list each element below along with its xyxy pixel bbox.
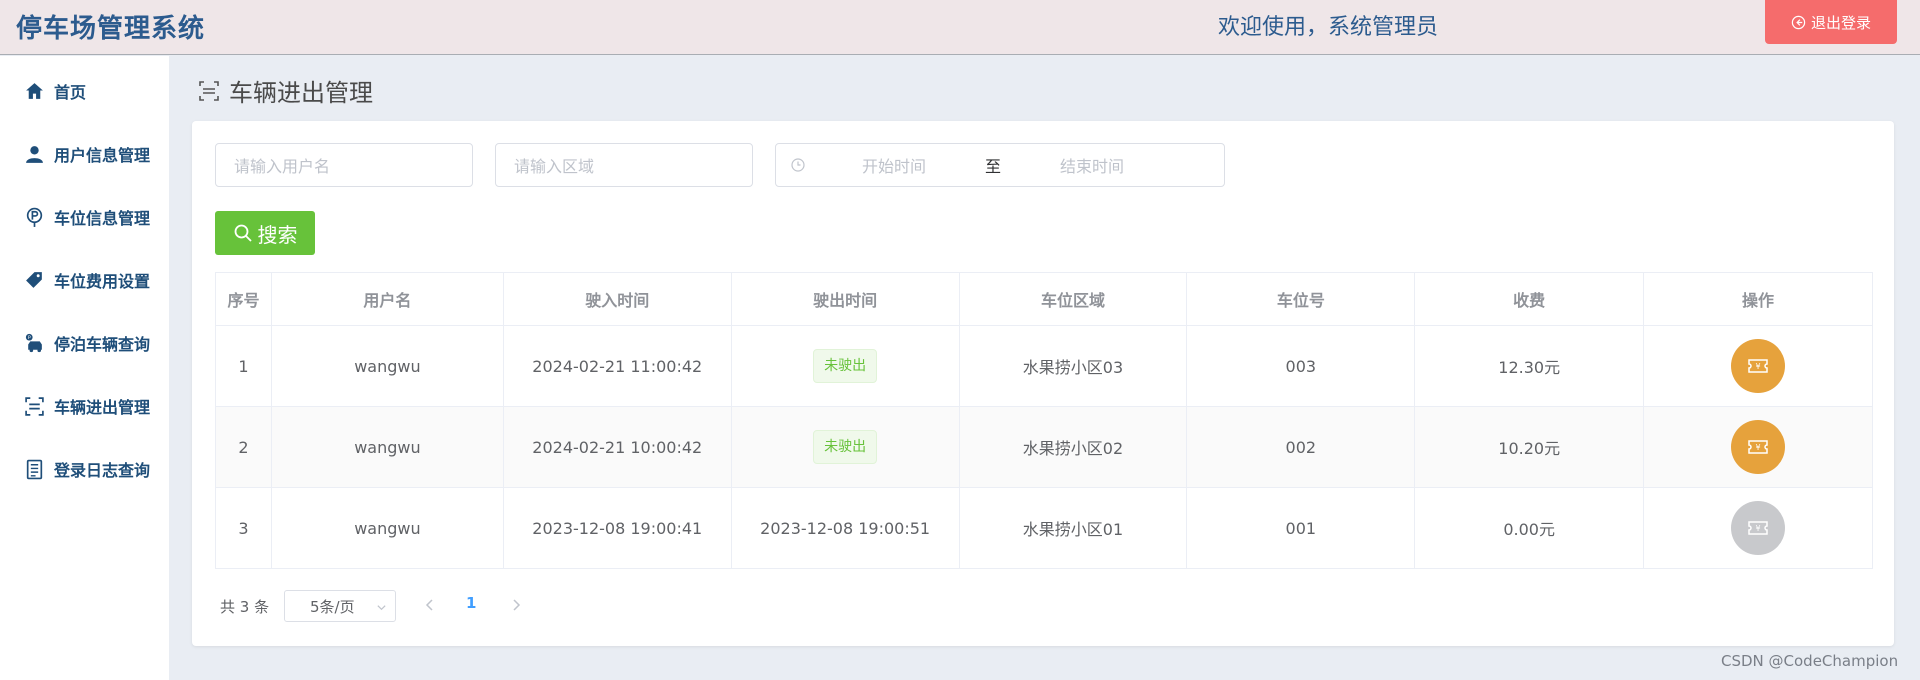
cell-no: 1 [215, 325, 272, 407]
search-icon [234, 224, 252, 242]
scan-icon [25, 396, 44, 416]
logout-label: 退出登录 [1810, 13, 1871, 32]
parking-icon [26, 207, 43, 227]
svg-text:¥: ¥ [1756, 443, 1761, 452]
sidebar-item-label: 车位费用设置 [54, 272, 151, 291]
end-time-input[interactable]: 结束时间 [1060, 153, 1124, 177]
clock-icon [791, 158, 805, 172]
search-button[interactable]: 搜索 [215, 211, 315, 255]
cell-enter-time: 2024-02-21 11:00:42 [502, 325, 732, 407]
chevron-right-icon[interactable] [508, 597, 524, 613]
sidebar-item-home[interactable]: 首页 [0, 71, 169, 111]
pay-button[interactable]: ¥ [1731, 420, 1786, 474]
sidebar-item-users[interactable]: 用户信息管理 [0, 134, 169, 174]
sidebar-item-fee-settings[interactable]: 车位费用设置 [0, 260, 169, 300]
ticket-icon: ¥ [1748, 521, 1768, 535]
logout-icon [1791, 15, 1806, 29]
cell-exit-time: 未驶出 [730, 325, 960, 407]
cell-enter-time: 2024-02-21 10:00:42 [502, 406, 732, 488]
cell-area: 水果捞小区02 [958, 406, 1188, 488]
page-size-select[interactable]: 5条/页 [284, 590, 396, 622]
cell-action: ¥ [1643, 487, 1873, 569]
column-header: 车位号 [1186, 272, 1416, 326]
column-header: 车位区域 [958, 272, 1188, 326]
sidebar-item-parked-vehicles[interactable]: P 停泊车辆查询 [0, 323, 169, 363]
sidebar-item-label: 首页 [54, 83, 87, 102]
sidebar-item-vehicle-access[interactable]: 车辆进出管理 [0, 386, 169, 426]
cell-username: wangwu [270, 325, 504, 407]
pay-button[interactable]: ¥ [1731, 339, 1786, 393]
cell-enter-time: 2023-12-08 19:00:41 [502, 487, 732, 569]
home-icon [26, 82, 43, 99]
start-time-input[interactable]: 开始时间 [862, 153, 926, 177]
sidebar-item-label: 车辆进出管理 [54, 398, 151, 417]
price-tag-icon [26, 271, 42, 288]
column-header: 收费 [1414, 272, 1645, 326]
table-row: 1 wangwu 2024-02-21 11:00:42 未驶出 水果捞小区03… [215, 325, 1873, 407]
page-size-value: 5条/页 [310, 597, 355, 616]
cell-username: wangwu [270, 487, 504, 569]
pagination-total: 共 3 条 [220, 598, 270, 616]
page-title: 车辆进出管理 [197, 73, 373, 108]
column-header: 用户名 [270, 272, 504, 326]
top-header: 停车场管理系统 欢迎使用，系统管理员 退出登录 [0, 0, 1920, 55]
user-icon [26, 145, 43, 163]
app-title: 停车场管理系统 [16, 14, 206, 44]
cell-space-no: 003 [1186, 325, 1416, 407]
svg-text:¥: ¥ [1756, 524, 1761, 533]
ticket-icon: ¥ [1748, 359, 1768, 373]
cell-area: 水果捞小区01 [958, 487, 1188, 569]
sidebar-item-login-logs[interactable]: 登录日志查询 [0, 449, 169, 489]
cell-no: 3 [215, 487, 272, 569]
page-title-text: 车辆进出管理 [229, 79, 373, 107]
column-header: 驶出时间 [730, 272, 960, 326]
cell-username: wangwu [270, 406, 504, 488]
watermark: CSDN @CodeChampion [1721, 652, 1899, 670]
status-badge: 未驶出 [813, 430, 878, 464]
sidebar-item-parking-spaces[interactable]: 车位信息管理 [0, 197, 169, 237]
cell-action: ¥ [1643, 325, 1873, 407]
cell-area: 水果捞小区03 [958, 325, 1188, 407]
table-row: 3 wangwu 2023-12-08 19:00:41 2023-12-08 … [215, 487, 1873, 569]
sidebar-item-label: 停泊车辆查询 [54, 335, 151, 354]
chevron-left-icon[interactable] [422, 597, 438, 613]
sidebar: 首页 用户信息管理 车位信息管理 车位费用设置 P 停泊车辆查询 车辆进出管理 … [0, 56, 169, 680]
sidebar-item-label: 登录日志查询 [54, 461, 151, 480]
table-header-row: 序号 用户名 驶入时间 驶出时间 车位区域 车位号 收费 操作 [215, 272, 1873, 326]
column-header: 序号 [215, 272, 272, 326]
cell-fee: 10.20元 [1414, 406, 1645, 488]
status-badge: 未驶出 [813, 349, 878, 383]
car-icon: P [25, 333, 42, 352]
chevron-down-icon [377, 605, 386, 611]
table-row: 2 wangwu 2024-02-21 10:00:42 未驶出 水果捞小区02… [215, 406, 1873, 488]
logout-button[interactable]: 退出登录 [1765, 0, 1897, 44]
cell-action: ¥ [1643, 406, 1873, 488]
ticket-icon: ¥ [1748, 440, 1768, 454]
column-header: 驶入时间 [502, 272, 732, 326]
sidebar-item-label: 车位信息管理 [54, 209, 151, 228]
page-number-current[interactable]: 1 [466, 594, 476, 612]
cell-exit-time: 2023-12-08 19:00:51 [730, 487, 960, 569]
date-range-picker[interactable]: 开始时间 至 结束时间 [775, 143, 1225, 187]
svg-text:P: P [28, 334, 31, 340]
column-header: 操作 [1643, 272, 1873, 326]
area-search-input[interactable]: 请输入区域 [495, 143, 753, 187]
vehicle-access-table: 序号 用户名 驶入时间 驶出时间 车位区域 车位号 收费 操作 1 wangwu… [215, 272, 1873, 569]
cell-no: 2 [215, 406, 272, 488]
range-separator: 至 [985, 157, 1002, 176]
cell-fee: 12.30元 [1414, 325, 1645, 407]
notebook-icon [26, 459, 43, 479]
cell-exit-time: 未驶出 [730, 406, 960, 488]
sidebar-item-label: 用户信息管理 [54, 146, 151, 165]
cell-space-no: 001 [1186, 487, 1416, 569]
welcome-text: 欢迎使用，系统管理员 [1218, 15, 1439, 40]
cell-space-no: 002 [1186, 406, 1416, 488]
cell-fee: 0.00元 [1414, 487, 1645, 569]
username-search-input[interactable]: 请输入用户名 [215, 143, 473, 187]
search-button-label: 搜索 [257, 222, 298, 247]
pay-button[interactable]: ¥ [1731, 501, 1786, 555]
svg-text:¥: ¥ [1756, 362, 1761, 371]
scan-icon [199, 80, 219, 101]
